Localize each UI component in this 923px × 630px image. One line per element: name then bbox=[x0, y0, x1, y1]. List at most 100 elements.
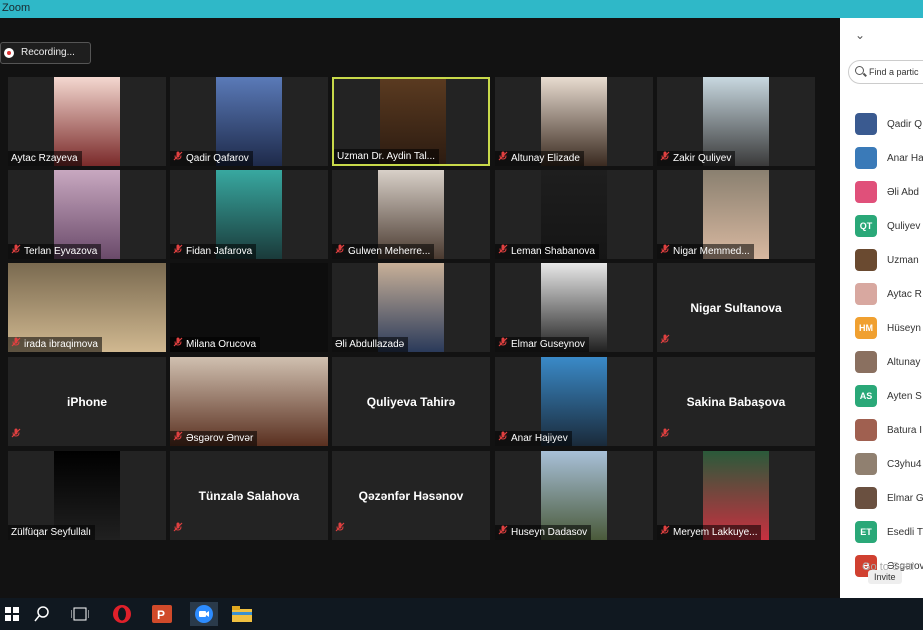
avatar bbox=[855, 249, 877, 271]
search-icon[interactable] bbox=[30, 602, 54, 626]
participant-tile[interactable]: Sakina Babaşova bbox=[657, 357, 815, 446]
recording-indicator[interactable]: Recording... bbox=[0, 42, 91, 64]
participant-tile[interactable]: Əli Abdullazadə bbox=[332, 263, 490, 352]
participant-list-item[interactable]: Qadir Q bbox=[855, 113, 922, 135]
participant-list-item[interactable]: Elmar G bbox=[855, 487, 923, 509]
participant-list-item[interactable]: AS Ayten S bbox=[855, 385, 922, 407]
participant-tile[interactable]: Fidan Jafarova bbox=[170, 170, 328, 259]
mic-muted-icon bbox=[173, 337, 183, 352]
participant-list-name: Aytac R bbox=[887, 288, 922, 300]
avatar bbox=[855, 147, 877, 169]
participant-tile[interactable]: Əsgərov Ənvər bbox=[170, 357, 328, 446]
participant-tile[interactable]: Nigar Sultanova bbox=[657, 263, 815, 352]
participant-name: Zülfüqar Seyfullalı bbox=[11, 527, 92, 538]
video-gallery: Recording... Aytac Rzayeva Qadir Qafarov U… bbox=[0, 18, 840, 598]
participant-tile[interactable]: Huseyn Dadasov bbox=[495, 451, 653, 540]
participant-list-item[interactable]: Aytac R bbox=[855, 283, 922, 305]
participant-list-item[interactable]: C3yhu4 bbox=[855, 453, 921, 475]
mic-muted-icon bbox=[11, 425, 21, 443]
participant-list-name: Batura I bbox=[887, 424, 923, 436]
participant-list-name: Altunay bbox=[887, 356, 921, 368]
mic-muted-icon bbox=[335, 244, 345, 259]
participant-label: Uzman Dr. Aydin Tal... bbox=[334, 149, 440, 164]
participant-label: Leman Shabanova bbox=[495, 244, 599, 259]
mic-muted-icon bbox=[498, 337, 508, 352]
participant-tile[interactable]: irada ibraqimova bbox=[8, 263, 166, 352]
opera-browser-icon[interactable] bbox=[110, 602, 134, 626]
participant-label: irada ibraqimova bbox=[8, 337, 102, 352]
mic-muted-icon bbox=[660, 244, 670, 259]
recording-label: Recording... bbox=[21, 47, 75, 58]
participant-list-item[interactable]: Uzman bbox=[855, 249, 919, 271]
participant-tile[interactable]: Qəzənfər Həsənov bbox=[332, 451, 490, 540]
participant-name: Gulwen Meherre... bbox=[348, 246, 431, 257]
participant-tile[interactable]: Nigar Memmed... bbox=[657, 170, 815, 259]
participant-tile[interactable]: Zülfüqar Seyfullalı bbox=[8, 451, 166, 540]
participant-list-name: Anar Ha bbox=[887, 152, 923, 164]
powerpoint-icon[interactable]: P bbox=[150, 602, 174, 626]
participant-list-name: Uzman bbox=[887, 254, 919, 266]
title-bar: Zoom bbox=[0, 0, 923, 18]
mic-muted-icon bbox=[498, 244, 508, 259]
chevron-down-icon[interactable]: ⌄ bbox=[855, 28, 865, 42]
participant-name: Milana Orucova bbox=[186, 339, 257, 350]
participant-name: irada ibraqimova bbox=[24, 339, 98, 350]
participant-name: Altunay Elizade bbox=[511, 153, 580, 164]
mic-muted-icon bbox=[660, 151, 670, 166]
mic-muted-icon bbox=[173, 431, 183, 446]
participant-tile[interactable]: Tünzalə Salahova bbox=[170, 451, 328, 540]
participant-label: Fidan Jafarova bbox=[170, 244, 257, 259]
participant-tile[interactable]: Uzman Dr. Aydin Tal... bbox=[332, 77, 490, 166]
avatar bbox=[855, 351, 877, 373]
mic-muted-icon bbox=[498, 431, 508, 446]
participant-label: Zülfüqar Seyfullalı bbox=[8, 525, 96, 540]
participant-tile[interactable]: Meryem Lakkuye... bbox=[657, 451, 815, 540]
participant-name: Huseyn Dadasov bbox=[511, 527, 588, 538]
participant-label: Huseyn Dadasov bbox=[495, 525, 592, 540]
file-explorer-icon[interactable] bbox=[230, 602, 254, 626]
participant-tile[interactable]: Quliyeva Tahirə bbox=[332, 357, 490, 446]
participant-name: Uzman Dr. Aydin Tal... bbox=[337, 151, 436, 162]
participant-list-name: Quliyev bbox=[887, 220, 921, 232]
participant-tile[interactable]: Anar Hajiyev bbox=[495, 357, 653, 446]
participant-list-item[interactable]: Altunay bbox=[855, 351, 920, 373]
participant-name: Leman Shabanova bbox=[511, 246, 595, 257]
participant-list-item[interactable]: ET Esedli T bbox=[855, 521, 923, 543]
participant-tile[interactable]: Elmar Guseynov bbox=[495, 263, 653, 352]
mic-muted-icon bbox=[11, 244, 21, 259]
participant-list-item[interactable]: Anar Ha bbox=[855, 147, 923, 169]
participant-label: Nigar Memmed... bbox=[657, 244, 754, 259]
participant-name: Anar Hajiyev bbox=[511, 433, 568, 444]
participant-tile[interactable]: iPhone bbox=[8, 357, 166, 446]
svg-text:P: P bbox=[157, 608, 165, 622]
participant-list-name: Elmar G bbox=[887, 492, 923, 504]
participant-tile[interactable]: Qadir Qafarov bbox=[170, 77, 328, 166]
participant-label: Əli Abdullazadə bbox=[332, 337, 409, 352]
avatar bbox=[855, 419, 877, 441]
participant-name-display: Qəzənfər Həsənov bbox=[358, 488, 464, 503]
participant-tile[interactable]: Gulwen Meherre... bbox=[332, 170, 490, 259]
participant-name-display: Tünzalə Salahova bbox=[198, 488, 300, 503]
participant-name: Meryem Lakkuye... bbox=[673, 527, 758, 538]
invite-button[interactable]: Invite bbox=[868, 570, 902, 584]
participant-name: Əsgərov Ənvər bbox=[186, 433, 254, 444]
windows-start-icon[interactable] bbox=[0, 602, 24, 626]
participant-label: Zakir Quliyev bbox=[657, 151, 736, 166]
zoom-app-icon[interactable] bbox=[190, 602, 218, 626]
participant-name: Əli Abdullazadə bbox=[335, 339, 405, 350]
participant-list-item[interactable]: QT Quliyev bbox=[855, 215, 920, 237]
participant-tile[interactable]: Zakir Quliyev bbox=[657, 77, 815, 166]
participant-tile[interactable]: Aytac Rzayeva bbox=[8, 77, 166, 166]
avatar bbox=[855, 113, 877, 135]
participant-tile[interactable]: Milana Orucova bbox=[170, 263, 328, 352]
participant-tile[interactable]: Terlan Eyvazova bbox=[8, 170, 166, 259]
participant-list-item[interactable]: Batura I bbox=[855, 419, 922, 441]
participant-list-item[interactable]: HM Hüseyn bbox=[855, 317, 921, 339]
avatar bbox=[855, 181, 877, 203]
participant-search-input[interactable]: Find a partic bbox=[848, 60, 923, 84]
avatar bbox=[855, 283, 877, 305]
participant-list-item[interactable]: Əli Abd bbox=[855, 181, 919, 203]
participant-tile[interactable]: Altunay Elizade bbox=[495, 77, 653, 166]
participant-tile[interactable]: Leman Shabanova bbox=[495, 170, 653, 259]
task-view-icon[interactable] bbox=[68, 602, 92, 626]
